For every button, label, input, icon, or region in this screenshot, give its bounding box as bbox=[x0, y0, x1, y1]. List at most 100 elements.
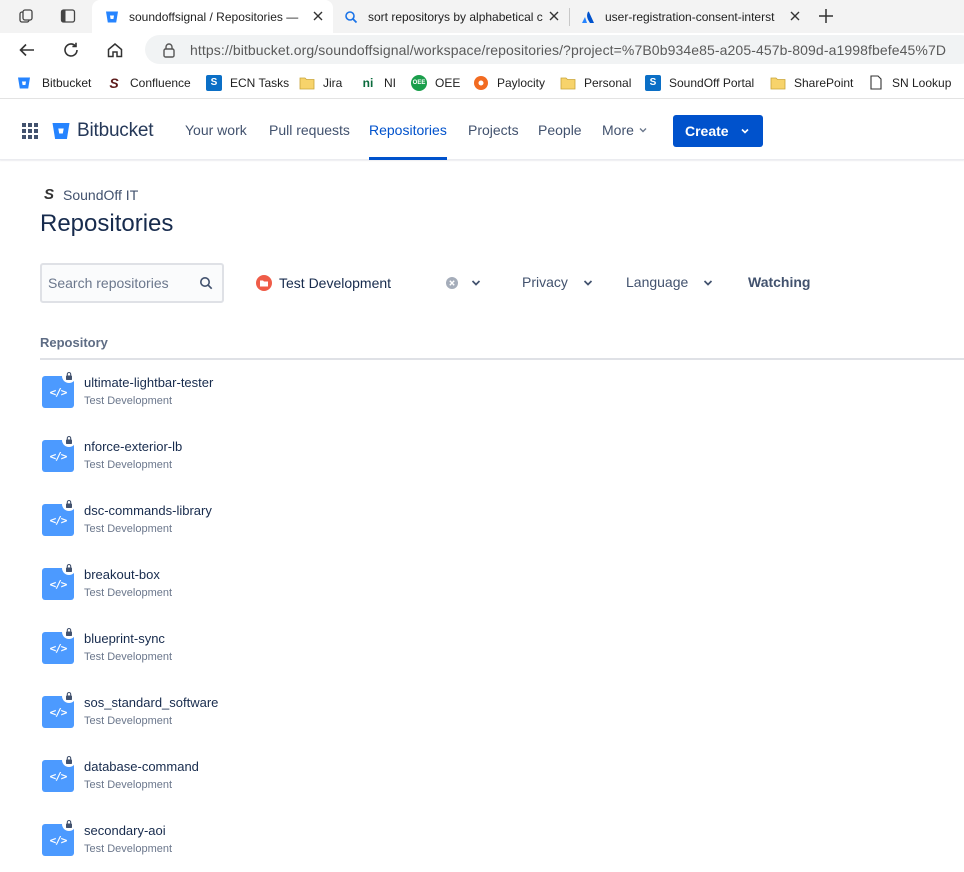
bookmark-ni[interactable]: ni NI bbox=[360, 66, 396, 99]
privacy-filter[interactable]: Privacy bbox=[522, 274, 568, 290]
repository-name[interactable]: ultimate-lightbar-tester bbox=[84, 375, 213, 390]
close-tab-icon[interactable] bbox=[547, 9, 561, 23]
bookmark-ecn-tasks[interactable]: S ECN Tasks bbox=[206, 66, 289, 99]
bookmark-label: SoundOff Portal bbox=[669, 75, 755, 90]
nav-your-work[interactable]: Your work bbox=[185, 100, 247, 160]
repository-name[interactable]: database-command bbox=[84, 759, 199, 774]
bookmark-oee[interactable]: OEE OEE bbox=[411, 66, 460, 99]
tab-title: user-registration-consent-interst bbox=[605, 9, 775, 24]
repository-project[interactable]: Test Development bbox=[84, 843, 172, 855]
column-header-repository[interactable]: Repository bbox=[40, 335, 108, 350]
search-icon bbox=[200, 277, 213, 290]
table-row[interactable]: </> ultimate-lightbar-tester Test Develo… bbox=[40, 369, 940, 424]
column-divider bbox=[40, 358, 964, 360]
bookmark-confluence[interactable]: S Confluence bbox=[106, 66, 190, 99]
repository-name[interactable]: sos_standard_software bbox=[84, 695, 218, 710]
home-icon[interactable] bbox=[104, 39, 126, 61]
bookmark-personal[interactable]: Personal bbox=[560, 66, 631, 99]
sharepoint-icon: S bbox=[206, 74, 222, 91]
bitbucket-icon bbox=[104, 9, 120, 25]
vertical-tabs-icon[interactable] bbox=[58, 6, 78, 26]
clear-filter-icon[interactable] bbox=[446, 277, 458, 289]
repository-project[interactable]: Test Development bbox=[84, 779, 172, 791]
project-filter-label: Test Development bbox=[279, 275, 392, 291]
app-switcher-icon[interactable] bbox=[22, 123, 38, 139]
search-input[interactable]: Search repositories bbox=[40, 263, 224, 303]
create-button[interactable]: Create bbox=[673, 115, 763, 147]
bitbucket-icon bbox=[52, 123, 70, 139]
table-row[interactable]: </> secondary-aoi Test Development bbox=[40, 817, 940, 872]
nav-more[interactable]: More bbox=[602, 100, 648, 160]
chevron-down-icon bbox=[741, 128, 749, 134]
table-row[interactable]: </> dsc-commands-library Test Developmen… bbox=[40, 497, 940, 552]
nav-more-label: More bbox=[602, 122, 634, 138]
chevron-down-icon[interactable] bbox=[582, 277, 594, 289]
bookmark-sharepoint[interactable]: SharePoint bbox=[770, 66, 853, 99]
bookmark-paylocity[interactable]: Paylocity bbox=[473, 66, 545, 99]
nav-pull-requests[interactable]: Pull requests bbox=[269, 100, 350, 160]
page-title: Repositories bbox=[40, 210, 174, 237]
watching-filter[interactable]: Watching bbox=[748, 274, 810, 290]
nav-repositories[interactable]: Repositories bbox=[369, 100, 447, 160]
table-row[interactable]: </> nforce-exterior-lb Test Development bbox=[40, 433, 940, 488]
repository-project[interactable]: Test Development bbox=[84, 715, 172, 727]
repository-project[interactable]: Test Development bbox=[84, 651, 172, 663]
bookmark-jira[interactable]: Jira bbox=[299, 66, 342, 99]
bookmark-sn-lookup[interactable]: SN Lookup bbox=[868, 66, 951, 99]
soundoff-s-icon: S bbox=[109, 74, 119, 91]
url-field[interactable]: https://bitbucket.org/soundoffsignal/wor… bbox=[145, 35, 964, 64]
repository-name[interactable]: nforce-exterior-lb bbox=[84, 439, 182, 454]
lock-icon bbox=[62, 497, 76, 511]
back-icon[interactable] bbox=[16, 39, 38, 61]
folder-icon bbox=[770, 75, 786, 91]
table-row[interactable]: </> blueprint-sync Test Development bbox=[40, 625, 940, 680]
repository-project[interactable]: Test Development bbox=[84, 459, 172, 471]
browser-tab-search[interactable]: sort repositorys by alphabetical c bbox=[333, 0, 569, 33]
nav-projects[interactable]: Projects bbox=[468, 100, 519, 160]
table-row[interactable]: </> sos_standard_software Test Developme… bbox=[40, 689, 940, 744]
bitbucket-header: Bitbucket Your work Pull requests Reposi… bbox=[0, 100, 964, 160]
browser-tab-bitbucket[interactable]: soundoffsignal / Repositories — bbox=[92, 0, 333, 33]
browser-tab-strip: soundoffsignal / Repositories — sort rep… bbox=[0, 0, 964, 33]
bookmark-soundoff-portal[interactable]: S SoundOff Portal bbox=[645, 66, 754, 99]
repository-name[interactable]: secondary-aoi bbox=[84, 823, 166, 838]
repository-project[interactable]: Test Development bbox=[84, 395, 172, 407]
lock-icon bbox=[62, 561, 76, 575]
bookmarks-bar: Bitbucket S Confluence S ECN Tasks Jira … bbox=[0, 66, 964, 99]
chevron-down-icon bbox=[639, 128, 647, 133]
repository-project[interactable]: Test Development bbox=[84, 587, 172, 599]
workspaces-icon[interactable] bbox=[16, 6, 36, 26]
repository-name[interactable]: dsc-commands-library bbox=[84, 503, 212, 518]
new-tab-icon[interactable] bbox=[816, 6, 836, 26]
bookmark-label: SharePoint bbox=[794, 75, 854, 90]
lock-icon[interactable] bbox=[162, 42, 176, 58]
workspace-name: SoundOff IT bbox=[63, 186, 139, 203]
repository-project[interactable]: Test Development bbox=[84, 523, 172, 535]
tab-title: sort repositorys by alphabetical c bbox=[368, 9, 543, 24]
folder-icon bbox=[299, 75, 315, 91]
table-row[interactable]: </> database-command Test Development bbox=[40, 753, 940, 808]
language-filter[interactable]: Language bbox=[626, 274, 688, 290]
bookmark-label: Paylocity bbox=[497, 75, 546, 90]
lock-icon bbox=[62, 689, 76, 703]
repository-name[interactable]: blueprint-sync bbox=[84, 631, 165, 646]
atlassian-icon bbox=[580, 9, 596, 25]
workspace-breadcrumb[interactable]: S SoundOff IT bbox=[44, 186, 138, 203]
chevron-down-icon[interactable] bbox=[470, 277, 482, 289]
close-tab-icon[interactable] bbox=[311, 9, 325, 23]
bitbucket-logo[interactable]: Bitbucket bbox=[51, 120, 154, 142]
bookmark-label: ECN Tasks bbox=[230, 75, 290, 90]
refresh-icon[interactable] bbox=[60, 39, 82, 61]
project-filter[interactable]: Test Development bbox=[256, 270, 391, 296]
bookmark-label: NI bbox=[384, 75, 396, 90]
repository-name[interactable]: breakout-box bbox=[84, 567, 160, 582]
table-row[interactable]: </> breakout-box Test Development bbox=[40, 561, 940, 616]
bookmark-label: Bitbucket bbox=[42, 75, 92, 90]
close-tab-icon[interactable] bbox=[788, 9, 802, 23]
browser-tab-jira[interactable]: user-registration-consent-interst bbox=[570, 0, 810, 33]
nav-people[interactable]: People bbox=[538, 100, 582, 160]
sharepoint-icon: S bbox=[645, 74, 661, 91]
page-icon bbox=[868, 75, 884, 91]
chevron-down-icon[interactable] bbox=[702, 277, 714, 289]
bookmark-bitbucket[interactable]: Bitbucket bbox=[16, 66, 91, 99]
